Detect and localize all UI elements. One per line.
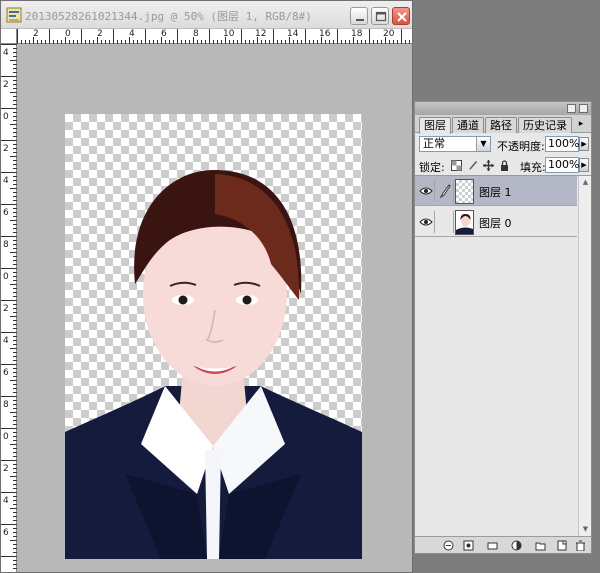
lock-position-icon[interactable]	[483, 160, 494, 171]
ruler-label: 6	[3, 528, 9, 538]
panel-tabs: 图层 通道 路径 历史记录 ▸	[415, 115, 591, 134]
ruler-label: 2	[97, 29, 103, 39]
brush-indicator[interactable]	[436, 180, 454, 202]
opacity-label: 不透明度:	[497, 140, 545, 153]
photoshop-workspace: 20130528261021344.jpg @ 50% (图层 1, RGB/8…	[0, 0, 600, 573]
vertical-ruler[interactable]: 4 2 0 2 4 6 8 0 2 4 6 8 0 2 4 6	[1, 44, 17, 572]
portrait-photo	[65, 169, 362, 559]
visibility-toggle[interactable]	[417, 211, 435, 233]
close-icon	[397, 12, 407, 22]
fill-label: 填充:	[520, 161, 546, 174]
opacity-input[interactable]: 100%	[545, 136, 579, 152]
opacity-slider-button[interactable]: ▶	[579, 137, 589, 151]
new-layer-icon[interactable]	[557, 540, 568, 551]
eye-icon	[419, 218, 433, 226]
eye-icon	[419, 187, 433, 195]
layer-name[interactable]: 图层 1	[479, 184, 512, 200]
ruler-label: 18	[351, 29, 363, 39]
scroll-up-icon[interactable]: ▲	[580, 177, 591, 188]
layer-row[interactable]: 图层 1	[415, 176, 577, 206]
ruler-label: 16	[319, 29, 331, 39]
chevron-down-icon: ▼	[476, 137, 490, 151]
panel-titlebar[interactable]	[415, 102, 591, 115]
ruler-label: 8	[193, 29, 199, 39]
horizontal-ruler[interactable]: 2 0 2 4 6 8 10 12 14 16 18 20	[17, 29, 412, 44]
new-group-icon[interactable]	[535, 540, 546, 551]
layer-row[interactable]: 图层 0	[415, 207, 577, 237]
layers-panel: 图层 通道 路径 历史记录 ▸ 正常 ▼ 不透明度: 100% ▶ 锁定: 填充…	[414, 101, 592, 554]
minimize-icon	[356, 19, 364, 21]
ruler-label: 6	[3, 368, 9, 378]
ruler-label: 10	[223, 29, 235, 39]
close-button[interactable]	[392, 7, 410, 25]
minimize-button[interactable]	[350, 7, 368, 25]
layer-style-icon[interactable]	[463, 540, 474, 551]
link-layers-icon[interactable]	[443, 540, 454, 551]
canvas-area[interactable]	[18, 45, 412, 572]
layer-name[interactable]: 图层 0	[479, 215, 512, 231]
lock-all-icon[interactable]	[499, 160, 510, 171]
trash-icon[interactable]	[575, 540, 586, 551]
ruler-label: 2	[3, 464, 9, 474]
panel-menu-icon[interactable]: ▸	[575, 118, 587, 130]
lock-transparency-icon[interactable]	[451, 160, 462, 171]
ruler-label: 14	[287, 29, 299, 39]
lock-row: 锁定: 填充: 100% ▶	[415, 156, 591, 176]
photoshop-doc-icon	[6, 7, 22, 23]
document-window: 20130528261021344.jpg @ 50% (图层 1, RGB/8…	[0, 0, 413, 573]
ruler-label: 0	[65, 29, 71, 39]
portrait-thumbnail	[456, 211, 473, 234]
layers-scrollbar[interactable]: ▲ ▼	[578, 176, 591, 536]
blend-mode-select[interactable]: 正常 ▼	[419, 136, 491, 152]
fill-slider-button[interactable]: ▶	[579, 158, 589, 172]
document-titlebar[interactable]: 20130528261021344.jpg @ 50% (图层 1, RGB/8…	[1, 1, 412, 29]
ruler-label: 0	[3, 112, 9, 122]
ruler-corner[interactable]	[1, 29, 17, 44]
blend-mode-value: 正常	[423, 137, 445, 150]
ruler-label: 4	[3, 48, 9, 58]
ruler-label: 0	[3, 432, 9, 442]
fill-input[interactable]: 100%	[545, 157, 579, 173]
layer-thumbnail	[455, 179, 474, 204]
ruler-label: 6	[161, 29, 167, 39]
ruler-label: 2	[33, 29, 39, 39]
ruler-label: 0	[3, 272, 9, 282]
ruler-label: 4	[3, 336, 9, 346]
tab-paths[interactable]: 路径	[485, 117, 517, 133]
ruler-label: 4	[129, 29, 135, 39]
ruler-label: 6	[3, 208, 9, 218]
tab-history[interactable]: 历史记录	[518, 117, 572, 133]
ruler-label: 4	[3, 496, 9, 506]
ruler-label: 20	[383, 29, 395, 39]
image-canvas[interactable]	[65, 114, 362, 559]
panel-collapse-button[interactable]	[567, 104, 576, 113]
ruler-label: 8	[3, 240, 9, 250]
ruler-label: 12	[255, 29, 267, 39]
visibility-toggle[interactable]	[417, 180, 435, 202]
link-cell[interactable]	[436, 211, 454, 233]
panel-close-button[interactable]	[579, 104, 588, 113]
lock-label: 锁定:	[419, 161, 445, 174]
blend-options-row: 正常 ▼ 不透明度: 100% ▶	[415, 134, 591, 156]
scroll-down-icon[interactable]: ▼	[580, 524, 591, 535]
ruler-label: 2	[3, 304, 9, 314]
lock-brush-icon[interactable]	[467, 160, 478, 171]
tab-layers[interactable]: 图层	[419, 117, 451, 134]
layer-thumbnail	[455, 210, 474, 235]
tab-channels[interactable]: 通道	[452, 117, 484, 133]
paintbrush-icon	[439, 184, 451, 199]
document-title: 20130528261021344.jpg @ 50% (图层 1, RGB/8…	[25, 10, 312, 23]
ruler-label: 8	[3, 400, 9, 410]
layers-bottom-toolbar	[415, 536, 591, 553]
layer-mask-icon[interactable]	[487, 540, 498, 551]
maximize-button[interactable]	[371, 7, 389, 25]
ruler-label: 2	[3, 144, 9, 154]
ruler-label: 4	[3, 176, 9, 186]
maximize-icon	[375, 11, 387, 22]
adjustment-layer-icon[interactable]	[511, 540, 522, 551]
ruler-label: 2	[3, 80, 9, 90]
